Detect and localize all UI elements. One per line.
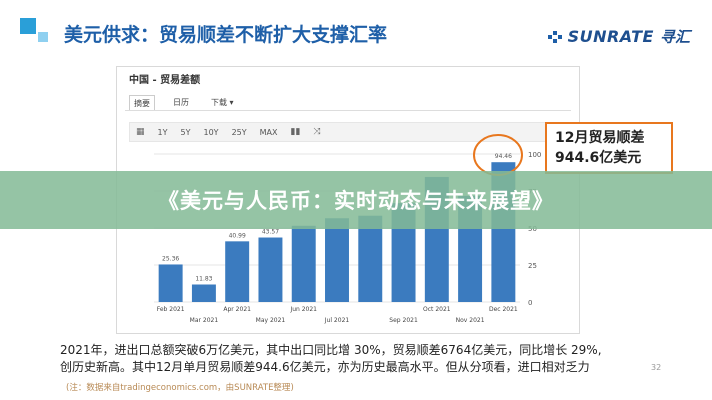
tab-download[interactable]: 下载 ▾ xyxy=(207,95,238,111)
paragraph-line-2: 创历史新高。其中12月单月贸易顺差944.6亿美元，亦为历史最高水平。但从分项看… xyxy=(60,360,590,374)
brand-logo: SUNRATE 寻汇 xyxy=(547,26,690,47)
logo-square-large xyxy=(20,18,36,34)
banner-text: 《美元与人民币：实时动态与未来展望》 xyxy=(158,189,554,213)
december-surplus-callout: 12月贸易顺差 944.6亿美元 xyxy=(545,122,673,174)
brand-name: SUNRATE xyxy=(567,27,654,46)
slide-title: 美元供求：贸易顺差不断扩大支撑汇率 xyxy=(64,24,388,46)
paragraph-line-1: 2021年，进出口总额突破6万亿美元，其中出口同比增 30%，贸易顺差6764亿… xyxy=(60,343,602,357)
tab-summary[interactable]: 摘要 xyxy=(129,95,155,111)
logo-square-small xyxy=(38,32,48,42)
shuffle-icon[interactable]: ⤨ xyxy=(313,127,320,137)
range-5y-button[interactable]: 5Y xyxy=(181,128,191,137)
page-number: 32 xyxy=(651,363,662,372)
brand-cn: 寻汇 xyxy=(659,28,690,46)
range-1y-button[interactable]: 1Y xyxy=(158,128,168,137)
calendar-icon[interactable]: ▦ xyxy=(136,127,145,137)
source-note: (注：数据来自tradingeconomics.com，由SUNRATE整理) xyxy=(66,383,294,393)
title-banner: 《美元与人民币：实时动态与未来展望》 xyxy=(0,171,712,229)
range-25y-button[interactable]: 25Y xyxy=(232,128,247,137)
chart-toolbar: ▦ 1Y 5Y 10Y 25Y MAX ▮▮ ⤨ xyxy=(129,122,569,142)
bar-chart-icon[interactable]: ▮▮ xyxy=(291,127,301,137)
callout-line-1: 12月贸易顺差 xyxy=(555,130,645,146)
range-max-button[interactable]: MAX xyxy=(260,128,278,137)
range-10y-button[interactable]: 10Y xyxy=(203,128,218,137)
chart-tabs: 摘要 日历 下载 ▾ xyxy=(129,95,238,111)
summary-paragraph: 2021年，进出口总额突破6万亿美元，其中出口同比增 30%，贸易顺差6764亿… xyxy=(60,342,656,376)
chart-panel-title: 中国 - 贸易差额 xyxy=(129,75,201,86)
callout-line-2: 944.6亿美元 xyxy=(555,150,642,166)
tab-calendar[interactable]: 日历 xyxy=(169,95,193,111)
brand-dots-icon xyxy=(547,30,562,43)
tab-divider xyxy=(125,110,571,111)
